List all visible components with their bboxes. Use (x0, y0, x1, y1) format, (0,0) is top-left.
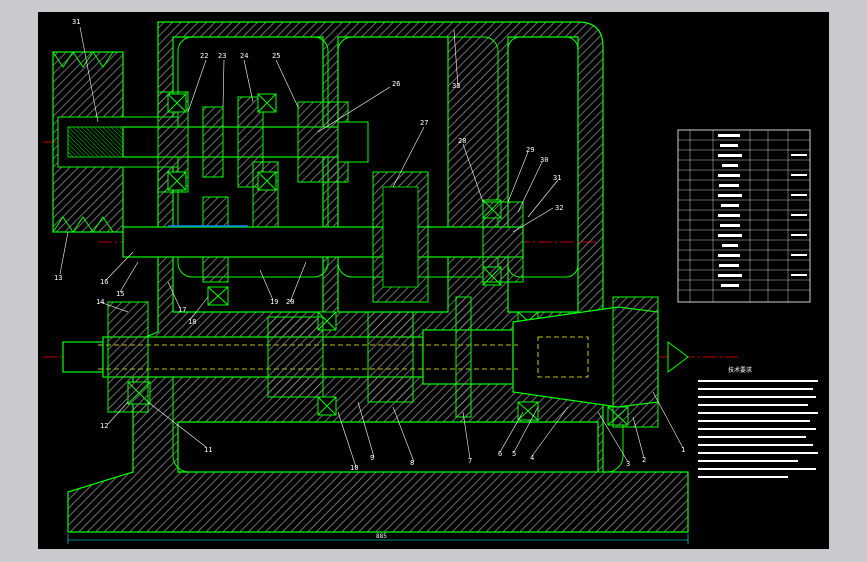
technical-requirements: 技术要求 (698, 366, 818, 478)
part-number: 10 (350, 464, 358, 472)
part-number: 29 (526, 146, 534, 154)
part-number: 20 (286, 298, 294, 306)
part-number: 16 (100, 278, 108, 286)
part-number: 31 (72, 18, 80, 26)
part-number: 2 (642, 456, 646, 464)
part-number: 12 (100, 422, 108, 430)
part-number: 31 (553, 174, 561, 182)
parts-list-table (677, 129, 811, 303)
part-number: 18 (188, 318, 196, 326)
part-number: 24 (240, 52, 248, 60)
cad-drawing-canvas: 31 22 23 24 25 26 27 28 29 30 31 32 33 1… (38, 12, 829, 549)
part-number: 9 (370, 454, 374, 462)
part-number: 25 (272, 52, 280, 60)
dimension-label: 885 (376, 533, 387, 540)
part-number: 19 (270, 298, 278, 306)
overall-dimension: 885 (67, 533, 689, 544)
part-number: 22 (200, 52, 208, 60)
part-number: 5 (512, 450, 516, 458)
part-number: 8 (410, 459, 414, 467)
part-number: 15 (116, 290, 124, 298)
part-number: 6 (498, 450, 502, 458)
part-number: 27 (420, 119, 428, 127)
part-number: 28 (458, 137, 466, 145)
part-number: 13 (54, 274, 62, 282)
part-number: 3 (626, 460, 630, 468)
part-number: 33 (452, 82, 460, 90)
part-number: 7 (468, 457, 472, 465)
notes-title: 技术要求 (728, 366, 752, 374)
part-number: 1 (681, 446, 685, 454)
part-number: 14 (96, 298, 104, 306)
part-number: 11 (204, 446, 212, 454)
part-number: 32 (555, 204, 563, 212)
part-number: 23 (218, 52, 226, 60)
part-number: 4 (530, 454, 534, 462)
part-number: 17 (178, 306, 186, 314)
gearbox-assembly-drawing: 31 22 23 24 25 26 27 28 29 30 31 32 33 1… (43, 18, 818, 544)
part-number: 30 (540, 156, 548, 164)
part-number: 26 (392, 80, 400, 88)
